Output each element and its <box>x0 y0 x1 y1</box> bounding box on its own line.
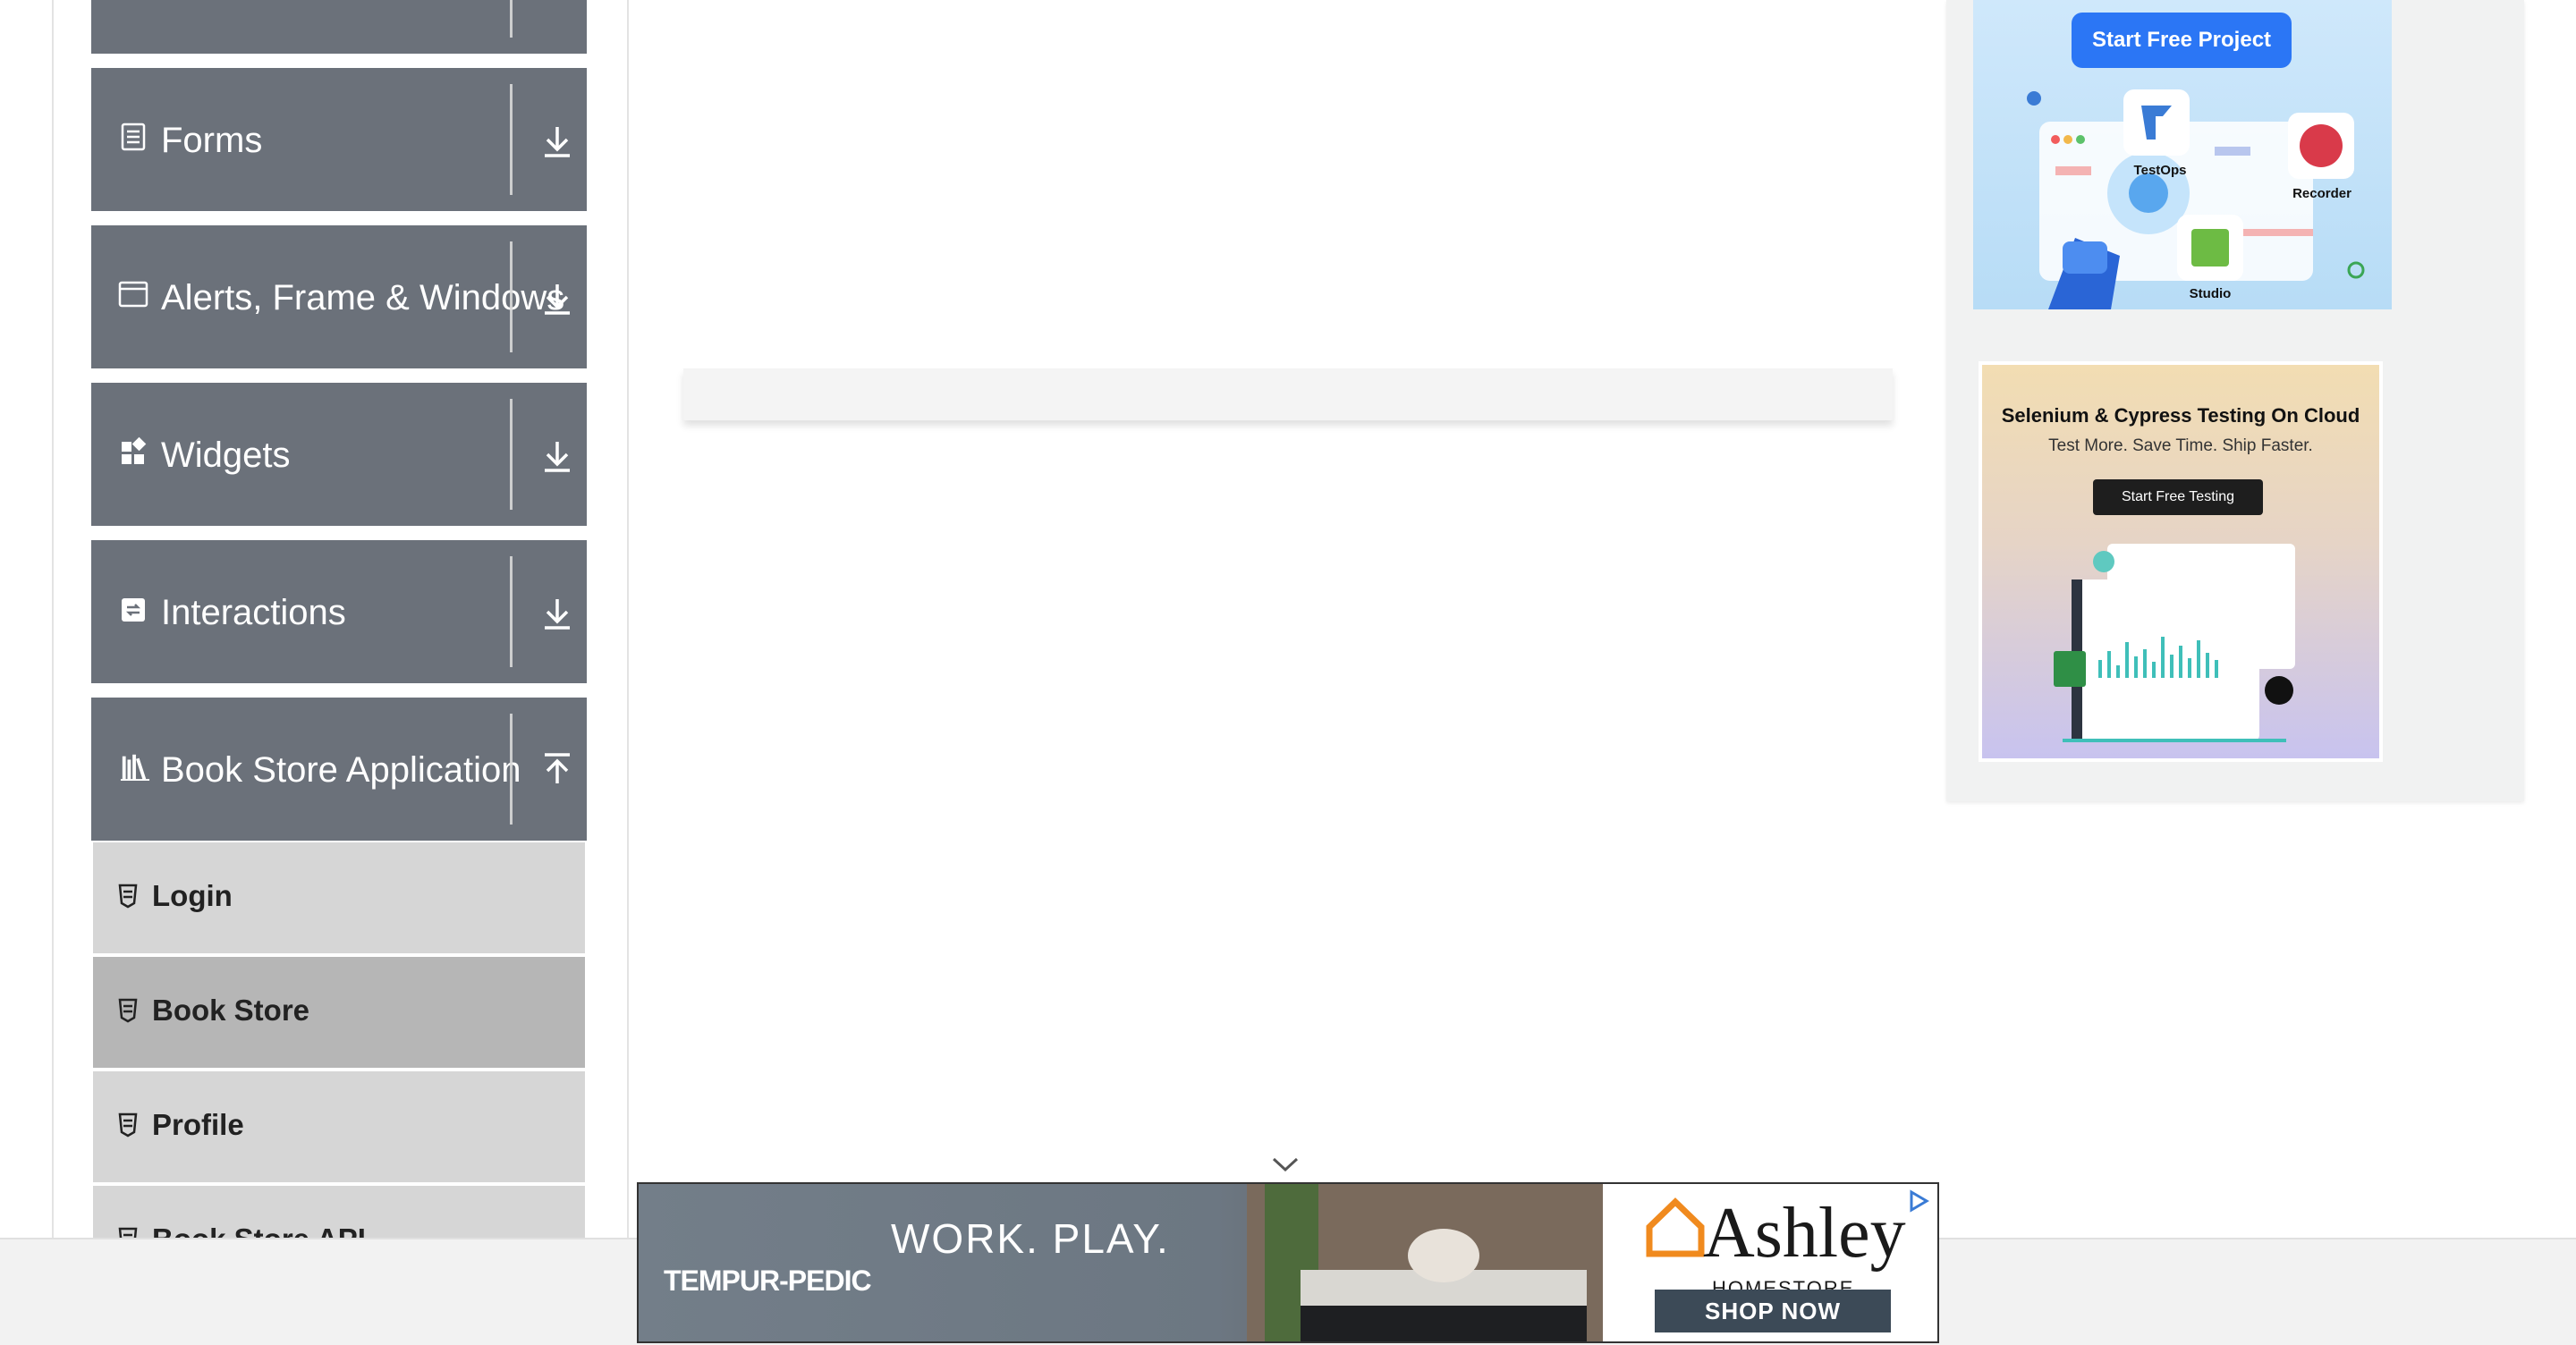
katalon-ad[interactable]: Start Free Project TestOps Recorder Stud… <box>1973 0 2392 309</box>
dashboard-illustration <box>2054 544 2295 742</box>
sidebar-group-widgets[interactable]: Widgets <box>91 383 587 526</box>
banner-right: Ashley HOMESTORE SHOP NOW <box>1603 1184 1937 1341</box>
group-separator <box>510 241 513 352</box>
sidebar-item-book-store[interactable]: Book Store <box>93 957 585 1068</box>
sidebar-group-elements[interactable] <box>91 0 587 54</box>
group-separator <box>510 84 513 195</box>
start-free-testing-button[interactable]: Start Free Testing <box>2093 479 2263 515</box>
shop-now-button[interactable]: SHOP NOW <box>1655 1290 1891 1332</box>
interactions-icon <box>122 598 145 622</box>
ad-title: Selenium & Cypress Testing On Cloud <box>2001 404 2360 427</box>
ad-subtitle: Test More. Save Time. Ship Faster. <box>2048 436 2313 455</box>
download-icon[interactable] <box>537 277 578 318</box>
banner-headline: WORK. PLAY. <box>891 1215 1170 1262</box>
sidebar-group-book-store-application[interactable]: Book Store Application <box>91 698 587 841</box>
lambdatest-ad[interactable]: Selenium & Cypress Testing On Cloud Test… <box>1979 361 2383 762</box>
books-icon <box>120 754 150 782</box>
mattress-photo <box>1247 1184 1603 1341</box>
content-placeholder <box>683 368 1893 420</box>
sidebar-group-interactions[interactable]: Interactions <box>91 540 587 683</box>
recorder-label: Recorder <box>2292 186 2351 201</box>
group-separator <box>510 556 513 667</box>
html5-icon <box>118 884 138 909</box>
banner-left: WORK. PLAY. TEMPUR-PEDIC <box>639 1184 1603 1341</box>
group-separator <box>510 0 513 38</box>
item-label: Login <box>152 879 233 912</box>
tempur-pedic-banner-ad[interactable]: WORK. PLAY. TEMPUR-PEDIC Ashley HOMESTOR… <box>637 1182 1939 1343</box>
item-label: Profile <box>152 1108 244 1141</box>
download-icon[interactable] <box>537 120 578 161</box>
banner-brand: TEMPUR-PEDIC <box>664 1265 872 1297</box>
group-separator <box>510 399 513 510</box>
html5-icon <box>118 998 138 1023</box>
download-icon[interactable] <box>537 435 578 476</box>
download-icon[interactable] <box>537 592 578 633</box>
chevron-down-icon[interactable] <box>1270 1154 1301 1175</box>
left-border <box>52 0 54 1238</box>
testops-label: TestOps <box>2133 163 2187 178</box>
sidebar-group-forms[interactable]: Forms <box>91 68 587 211</box>
adchoices-icon[interactable] <box>1907 1189 1930 1213</box>
widgets-icon <box>122 436 147 464</box>
ashley-logo-text: Ashley <box>1703 1194 1906 1273</box>
sidebar-item-profile[interactable]: Profile <box>93 1071 585 1182</box>
katalon-illustration <box>2027 89 2365 309</box>
sidebar-divider <box>627 0 629 1238</box>
item-label: Book Store <box>152 994 310 1027</box>
window-icon <box>118 281 148 308</box>
document-icon <box>121 123 146 151</box>
house-logo-icon <box>1646 1197 1705 1257</box>
html5-icon <box>118 1112 138 1138</box>
sidebar-item-login[interactable]: Login <box>93 842 585 953</box>
group-separator <box>510 714 513 825</box>
upload-icon[interactable] <box>537 749 578 791</box>
studio-label: Studio <box>2189 286 2232 301</box>
sidebar-group-alerts[interactable]: Alerts, Frame & Windows <box>91 225 587 368</box>
